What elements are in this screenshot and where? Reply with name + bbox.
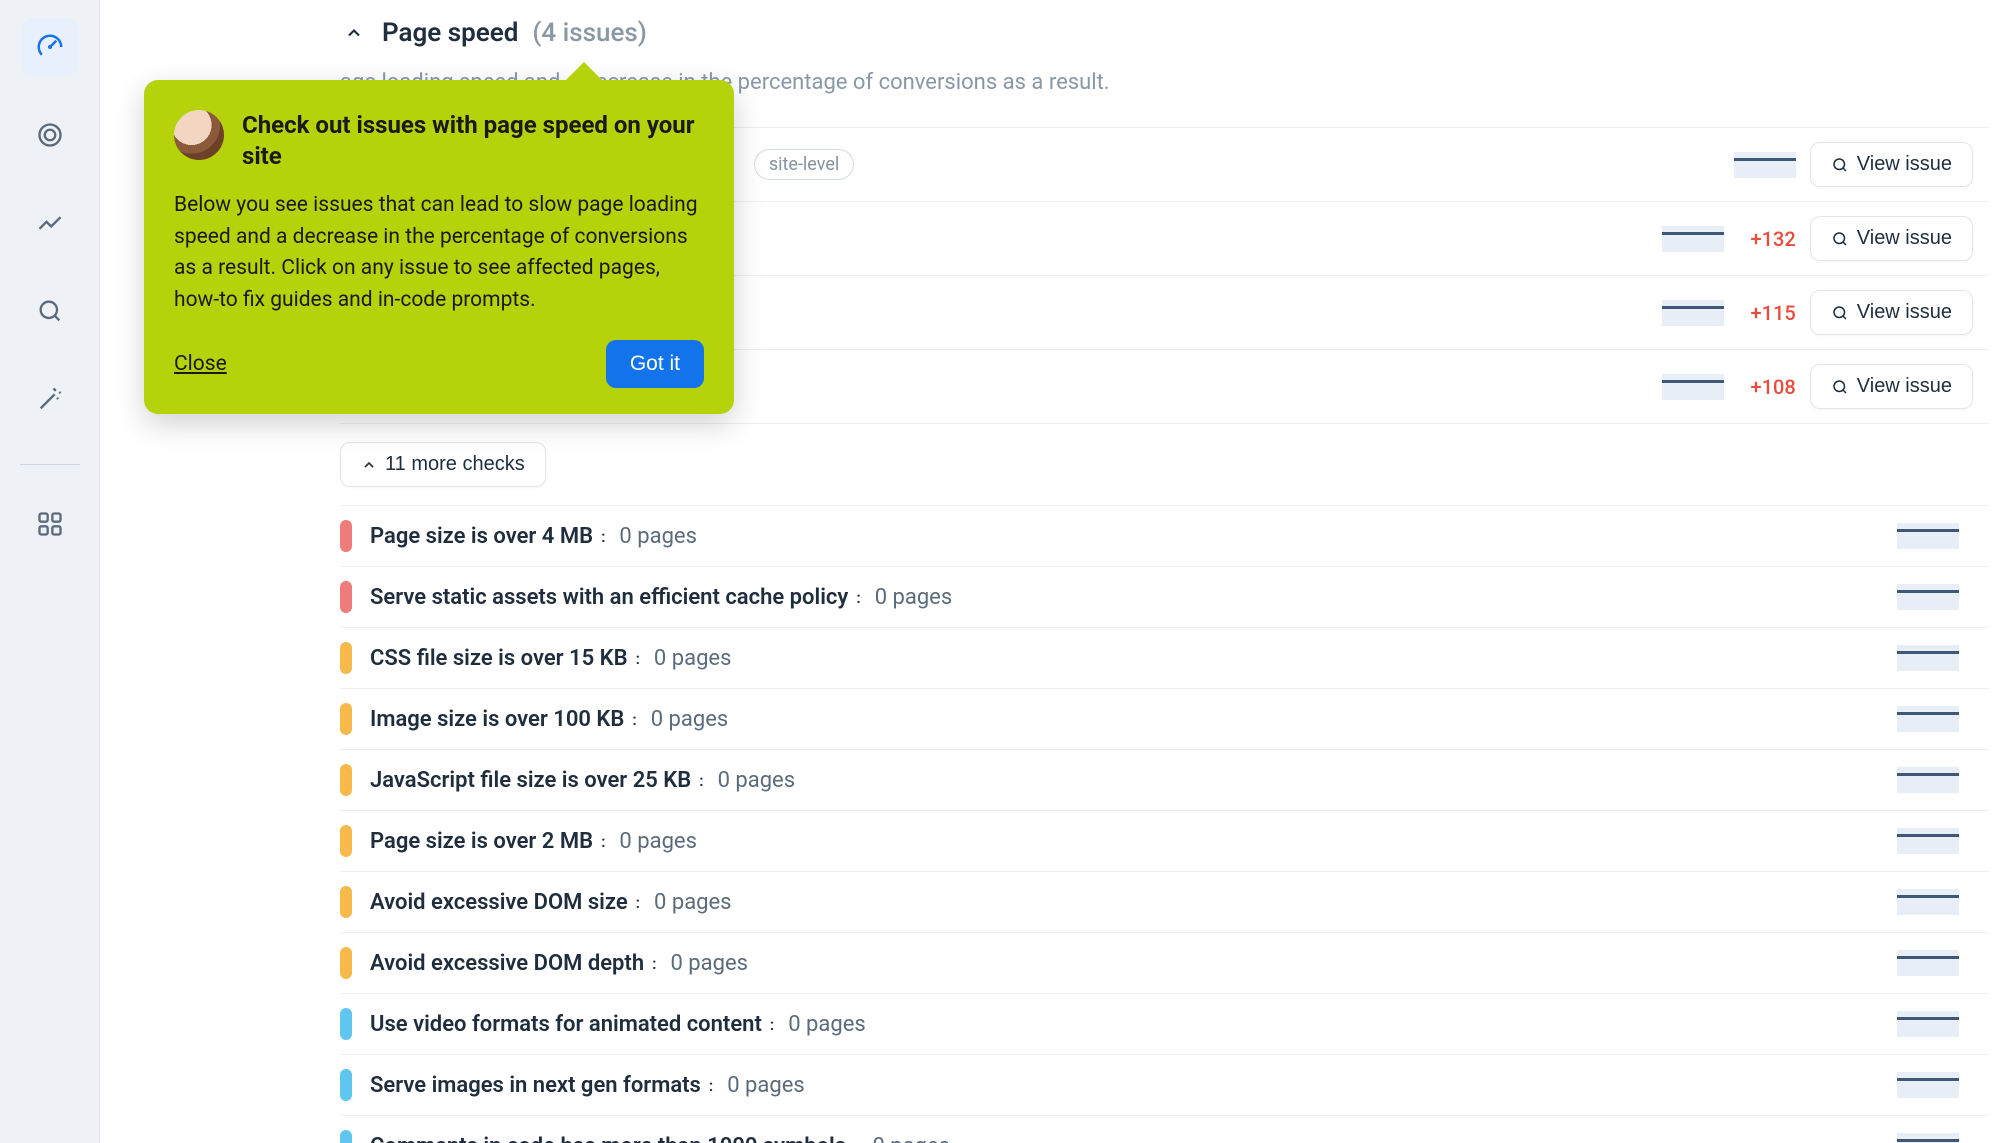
issue-label: Use video formats for animated content: [370, 1012, 762, 1037]
view-issue-button[interactable]: View issue: [1810, 216, 1973, 261]
issue-row[interactable]: Image size is over 100 KB:0 pages: [340, 689, 1989, 750]
sparkline: [1897, 584, 1959, 610]
sparkline: [1897, 1011, 1959, 1037]
gauge-icon: [35, 32, 65, 62]
issue-row[interactable]: Use video formats for animated content:0…: [340, 994, 1989, 1055]
sparkline: [1897, 645, 1959, 671]
issue-label: Image size is over 100 KB: [370, 707, 624, 732]
issue-row[interactable]: Avoid excessive DOM depth:0 pages: [340, 933, 1989, 994]
chevron-up-icon: [361, 457, 377, 473]
sparkline: [1662, 374, 1724, 400]
issue-page-count: 0 pages: [654, 890, 732, 915]
sparkline: [1897, 1072, 1959, 1098]
issue-page-count: 0 pages: [619, 524, 697, 549]
issue-row[interactable]: Avoid excessive DOM size:0 pages: [340, 872, 1989, 933]
issue-page-count: 0 pages: [872, 1134, 950, 1143]
issue-page-count: 0 pages: [654, 646, 732, 671]
view-issue-button[interactable]: View issue: [1810, 142, 1973, 187]
sparkline: [1897, 950, 1959, 976]
sidebar-item-speed[interactable]: [21, 18, 79, 76]
sparkline: [1734, 152, 1796, 178]
issue-page-count: 0 pages: [619, 829, 697, 854]
sidebar-item-apps[interactable]: [21, 495, 79, 553]
sparkline: [1897, 767, 1959, 793]
search-icon: [1831, 156, 1849, 174]
sparkline: [1662, 300, 1724, 326]
section-header[interactable]: Page speed (4 issues): [340, 18, 1989, 48]
issue-page-count: 0 pages: [875, 585, 953, 610]
issue-label: Comments in code has more than 1000 symb…: [370, 1134, 846, 1143]
onboarding-tooltip: Check out issues with page speed on your…: [144, 80, 734, 414]
severity-indicator: [340, 520, 352, 552]
issue-row[interactable]: CSS file size is over 15 KB:0 pages: [340, 628, 1989, 689]
issue-row[interactable]: Serve images in next gen formats:0 pages: [340, 1055, 1989, 1116]
severity-indicator: [340, 947, 352, 979]
sidebar: [0, 0, 100, 1143]
severity-indicator: [340, 764, 352, 796]
grid-icon: [36, 510, 64, 538]
tooltip-title: Check out issues with page speed on your…: [242, 110, 704, 172]
section-issue-count: (4 issues): [532, 18, 647, 48]
search-icon: [1831, 304, 1849, 322]
sidebar-item-target[interactable]: [21, 106, 79, 164]
issue-label: Page size is over 2 MB: [370, 829, 593, 854]
sidebar-item-tools[interactable]: [21, 370, 79, 428]
issue-label: CSS file size is over 15 KB: [370, 646, 628, 671]
sidebar-divider: [20, 464, 80, 465]
issue-row[interactable]: Page size is over 2 MB:0 pages: [340, 811, 1989, 872]
more-checks-label: 11 more checks: [385, 453, 525, 476]
issue-delta: +108: [1738, 375, 1796, 399]
severity-indicator: [340, 886, 352, 918]
severity-indicator: [340, 703, 352, 735]
view-issue-button[interactable]: View issue: [1810, 290, 1973, 335]
issue-page-count: 0 pages: [727, 1073, 805, 1098]
sparkline: [1897, 706, 1959, 732]
severity-indicator: [340, 1130, 352, 1143]
severity-indicator: [340, 581, 352, 613]
severity-indicator: [340, 642, 352, 674]
wand-icon: [36, 385, 64, 413]
trend-icon: [36, 209, 64, 237]
issue-page-count: 0 pages: [651, 707, 729, 732]
search-icon: [1831, 230, 1849, 248]
view-issue-button[interactable]: View issue: [1810, 364, 1973, 409]
site-level-badge: site-level: [754, 149, 854, 180]
issue-label: Page size is over 4 MB: [370, 524, 593, 549]
sparkline: [1897, 1133, 1959, 1143]
severity-indicator: [340, 825, 352, 857]
issue-row[interactable]: JavaScript file size is over 25 KB:0 pag…: [340, 750, 1989, 811]
issue-row[interactable]: Page size is over 4 MB:0 pages: [340, 505, 1989, 567]
issue-page-count: 0 pages: [788, 1012, 866, 1037]
severity-indicator: [340, 1008, 352, 1040]
tooltip-gotit-button[interactable]: Got it: [606, 340, 704, 388]
issue-label: Serve images in next gen formats: [370, 1073, 701, 1098]
issue-delta: +132: [1738, 227, 1796, 251]
issue-label: JavaScript file size is over 25 KB: [370, 768, 691, 793]
sparkline: [1897, 889, 1959, 915]
sidebar-item-search[interactable]: [21, 282, 79, 340]
issue-row[interactable]: Comments in code has more than 1000 symb…: [340, 1116, 1989, 1143]
sidebar-item-trend[interactable]: [21, 194, 79, 252]
issue-row[interactable]: Serve static assets with an efficient ca…: [340, 567, 1989, 628]
issue-page-count: 0 pages: [718, 768, 796, 793]
tooltip-close-link[interactable]: Close: [174, 352, 227, 376]
chevron-up-icon: [340, 19, 368, 47]
more-checks-button[interactable]: 11 more checks: [340, 442, 546, 487]
issue-label: Avoid excessive DOM size: [370, 890, 628, 915]
tooltip-body: Below you see issues that can lead to sl…: [174, 190, 704, 316]
avatar: [174, 110, 224, 160]
sparkline: [1897, 523, 1959, 549]
search-globe-icon: [36, 297, 64, 325]
sparkline: [1662, 226, 1724, 252]
severity-indicator: [340, 1069, 352, 1101]
issue-delta: +115: [1738, 301, 1796, 325]
issue-label: Avoid excessive DOM depth: [370, 951, 644, 976]
issue-page-count: 0 pages: [670, 951, 748, 976]
sparkline: [1897, 828, 1959, 854]
issue-label: Serve static assets with an efficient ca…: [370, 585, 848, 610]
search-icon: [1831, 378, 1849, 396]
target-icon: [36, 121, 64, 149]
section-title: Page speed: [382, 18, 518, 48]
